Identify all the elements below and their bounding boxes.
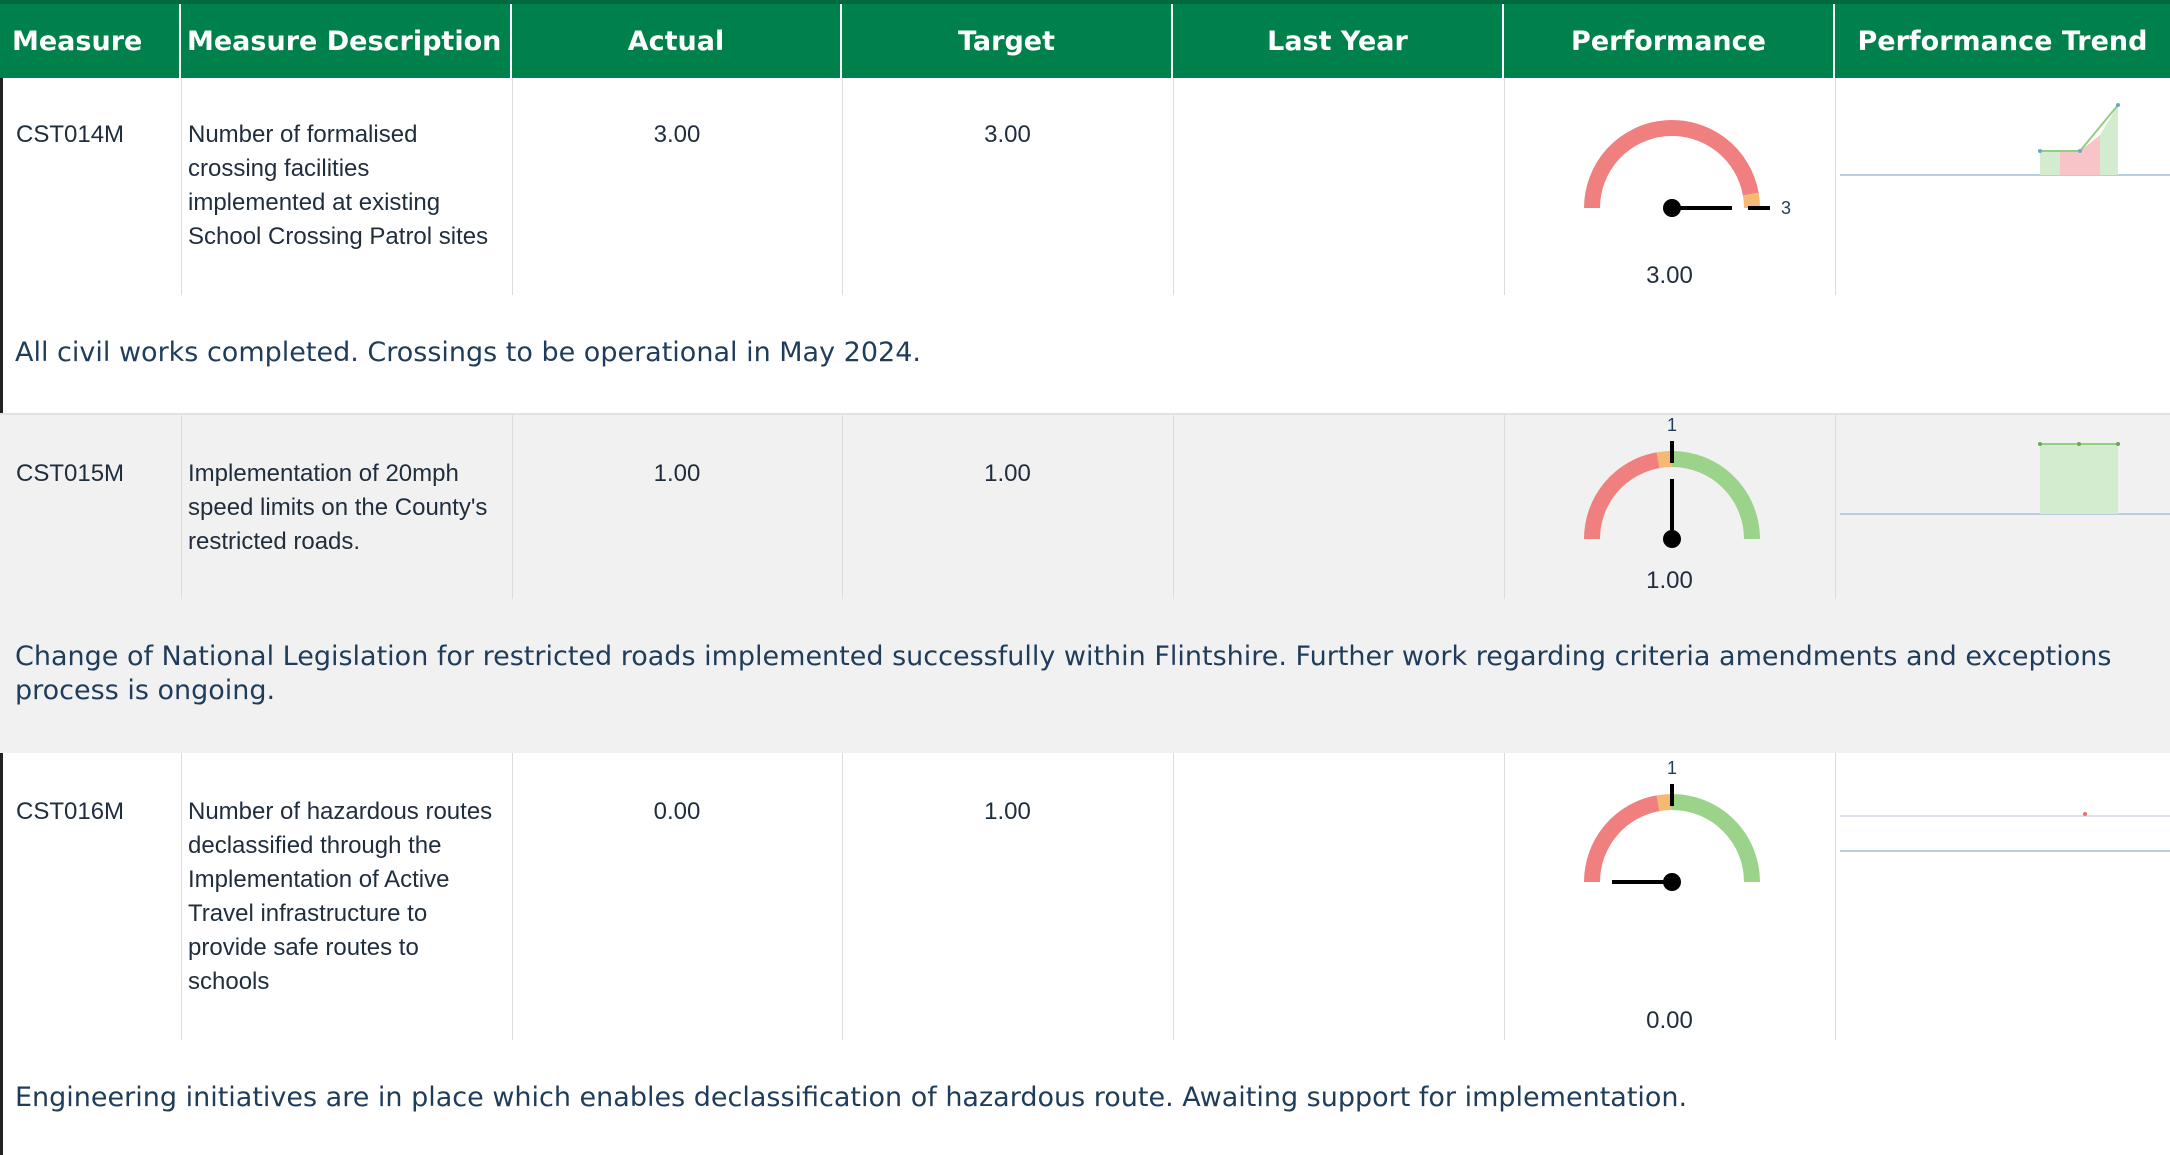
gauge-value-label: 1.00 (1646, 567, 1693, 594)
gauge-target-label: 1 (1667, 415, 1677, 435)
table-row: CST014M Number of formalised crossing fa… (0, 78, 2170, 295)
gauge-band-green (1671, 451, 1760, 540)
gauge-band-red (1584, 120, 1759, 209)
gauge-target-label: 3 (1781, 198, 1791, 218)
header-measure: Measure (0, 4, 181, 78)
measure-description: Number of hazardous routes declassified … (188, 798, 493, 995)
gauge-pivot (1663, 873, 1681, 891)
target-value: 1.00 (984, 798, 1031, 825)
table-row: CST016M Number of hazardous routes decla… (0, 753, 2170, 1040)
comment-row: All civil works completed. Crossings to … (0, 295, 2170, 413)
trend-point (2038, 149, 2042, 153)
trend-area-red (2060, 135, 2100, 175)
measure-code: CST014M (16, 121, 125, 148)
comment-row: Change of National Legislation for restr… (0, 599, 2170, 753)
target-value: 1.00 (984, 460, 1031, 487)
gauge-target-label: 1 (1667, 758, 1677, 778)
header-last-year: Last Year (1173, 4, 1504, 78)
trend-point (2083, 812, 2087, 816)
performance-gauge: 1 (1584, 758, 1760, 891)
gauge-pivot (1663, 530, 1681, 548)
performance-trend-chart (1840, 812, 2170, 852)
measure-code: CST015M (16, 460, 125, 487)
trend-point (2116, 442, 2120, 446)
gauge-value-label: 0.00 (1646, 1007, 1693, 1034)
header-actual: Actual (512, 4, 842, 78)
target-value: 3.00 (984, 121, 1031, 148)
header-target: Target (842, 4, 1173, 78)
header-performance-trend: Performance Trend (1857, 25, 2148, 57)
actual-value: 1.00 (653, 460, 701, 487)
trend-point (2078, 149, 2082, 153)
commentary-text: All civil works completed. Crossings to … (15, 337, 921, 368)
measure-code: CST016M (16, 798, 125, 825)
header-description: Measure Description (181, 4, 512, 78)
trend-area-green (2040, 444, 2118, 514)
performance-trend-chart (1840, 442, 2170, 515)
gauge-pivot (1663, 199, 1681, 217)
table-header: Measure Measure Description Actual Targe… (0, 0, 2170, 78)
trend-point (2038, 442, 2042, 446)
commentary-text: Change of National Legislation for restr… (15, 641, 2112, 706)
gauge-band-green (1671, 794, 1760, 883)
trend-point (2077, 442, 2081, 446)
gauge-band-amber (1656, 451, 1673, 469)
gauge-band-amber (1656, 794, 1673, 812)
header-performance: Performance (1504, 4, 1835, 78)
trend-point (2116, 103, 2120, 107)
commentary-text: Engineering initiatives are in place whi… (15, 1082, 1688, 1113)
actual-value: 3.00 (653, 121, 701, 148)
measure-description: Implementation of 20mph speed limits on … (188, 460, 488, 555)
gauge-band-red (1584, 795, 1660, 883)
gauge-band-amber (1742, 192, 1760, 209)
performance-trend-chart (1840, 103, 2170, 176)
gauge-value-label: 3.00 (1646, 262, 1693, 289)
trend-area-green (2040, 151, 2060, 175)
measure-description: Number of formalised crossing facilities… (188, 121, 489, 250)
table-row: CST015M Implementation of 20mph speed li… (0, 415, 2170, 599)
gauge-band-red (1584, 452, 1660, 540)
actual-value: 0.00 (653, 798, 701, 825)
performance-table: Measure Measure Description Actual Targe… (0, 0, 2170, 1155)
comment-row: Engineering initiatives are in place whi… (0, 1040, 2170, 1155)
